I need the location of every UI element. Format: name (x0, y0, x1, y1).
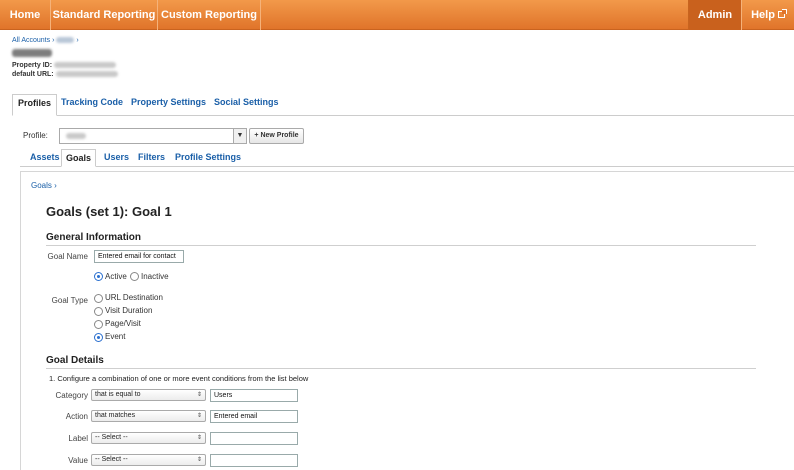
visit-duration-label[interactable]: Visit Duration (105, 306, 152, 315)
label-label: Label (68, 434, 88, 443)
active-label[interactable]: Active (105, 272, 127, 281)
action-operator-value: that matches (95, 412, 136, 419)
external-link-icon (777, 9, 787, 18)
nav-admin[interactable]: Admin (689, 0, 741, 30)
goals-breadcrumb[interactable]: Goals › (31, 181, 57, 190)
event-conditions-instruction: 1. Configure a combination of one or mor… (49, 374, 309, 383)
property-id-line: Property ID: (12, 62, 117, 69)
tab-assets[interactable]: Assets (30, 152, 60, 162)
nav-divider (260, 0, 261, 30)
tab-property-settings[interactable]: Property Settings (131, 97, 206, 107)
account-breadcrumb: All Accounts › › (12, 37, 79, 44)
redacted-property-id (54, 62, 117, 69)
category-label: Category (55, 391, 88, 400)
label-operator-select[interactable]: -- Select -- ⇕ (91, 432, 206, 444)
label-value-input[interactable] (210, 432, 298, 445)
general-information-heading: General Information (46, 232, 142, 243)
url-destination-radio[interactable] (94, 294, 103, 303)
tab-filters[interactable]: Filters (138, 152, 165, 162)
help-label: Help (751, 9, 775, 21)
tab-goals[interactable]: Goals (61, 149, 97, 167)
section-divider (46, 245, 756, 246)
tab-social-settings[interactable]: Social Settings (214, 97, 279, 107)
url-destination-label[interactable]: URL Destination (105, 293, 163, 302)
page-visit-label[interactable]: Page/Visit (105, 319, 141, 328)
goal-type-label: Goal Type (51, 296, 88, 305)
tab-tracking-code[interactable]: Tracking Code (61, 97, 123, 107)
nav-standard-reporting[interactable]: Standard Reporting (51, 0, 157, 30)
redacted-account[interactable] (56, 37, 75, 44)
goals-breadcrumb-label: Goals (31, 181, 52, 190)
nav-home[interactable]: Home (0, 0, 50, 30)
label-operator-value: -- Select -- (95, 434, 128, 441)
active-radio[interactable] (94, 272, 103, 281)
all-accounts-link[interactable]: All Accounts (12, 37, 50, 44)
value-operator-select[interactable]: -- Select -- ⇕ (91, 454, 206, 466)
inactive-label[interactable]: Inactive (141, 272, 169, 281)
profile-sub-tabs: Assets Goals Users Filters Profile Setti… (20, 149, 794, 167)
category-value-input[interactable]: Users (210, 389, 298, 402)
main-tabs: Profiles Tracking Code Property Settings… (12, 94, 794, 116)
redacted-profile-name (66, 133, 86, 139)
visit-duration-radio[interactable] (94, 307, 103, 316)
category-operator-value: that is equal to (95, 391, 141, 398)
inactive-radio[interactable] (130, 272, 139, 281)
default-url-label: default URL: (12, 71, 54, 78)
profile-label: Profile: (23, 131, 48, 140)
event-radio[interactable] (94, 333, 103, 342)
value-operator-value: -- Select -- (95, 456, 128, 463)
select-arrows-icon: ⇕ (196, 392, 202, 398)
action-label: Action (65, 412, 88, 421)
select-arrows-icon: ⇕ (196, 413, 202, 419)
nav-help[interactable]: Help (742, 0, 794, 30)
new-profile-button[interactable]: + New Profile (249, 128, 304, 144)
nav-custom-reporting[interactable]: Custom Reporting (158, 0, 260, 30)
action-value-input[interactable]: Entered email (210, 410, 298, 423)
action-operator-select[interactable]: that matches ⇕ (91, 410, 206, 422)
redacted-account-name (12, 49, 52, 58)
redacted-default-url (55, 71, 118, 78)
category-operator-select[interactable]: that is equal to ⇕ (91, 389, 206, 401)
select-arrows-icon: ⇕ (196, 435, 202, 441)
tab-users[interactable]: Users (104, 152, 129, 162)
top-nav: Home Standard Reporting Custom Reporting… (0, 0, 794, 30)
property-id-label: Property ID: (12, 62, 53, 69)
section-divider (46, 368, 756, 369)
goal-details-heading: Goal Details (46, 355, 104, 366)
goal-name-label: Goal Name (47, 252, 88, 261)
profile-select[interactable]: ▼ (59, 128, 247, 144)
tab-profile-settings[interactable]: Profile Settings (175, 152, 241, 162)
page-visit-radio[interactable] (94, 320, 103, 329)
goal-name-input[interactable]: Entered email for contact (94, 250, 184, 263)
value-label: Value (68, 456, 88, 465)
value-value-input[interactable] (210, 454, 298, 467)
select-arrows-icon: ⇕ (196, 457, 202, 463)
page-title: Goals (set 1): Goal 1 (46, 204, 172, 219)
default-url-line: default URL: (12, 71, 118, 78)
tab-profiles[interactable]: Profiles (12, 94, 58, 116)
chevron-down-icon: ▼ (233, 129, 246, 143)
event-label[interactable]: Event (105, 332, 125, 341)
account-name (12, 47, 52, 59)
